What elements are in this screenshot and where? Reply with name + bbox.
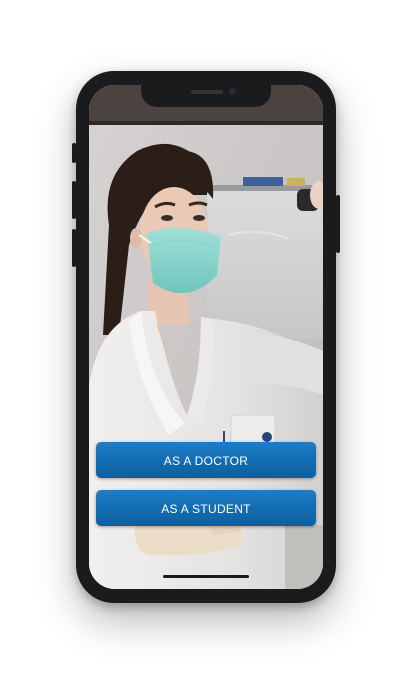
as-a-doctor-button[interactable]: AS A DOCTOR <box>96 442 316 478</box>
notch <box>141 85 271 107</box>
as-a-student-button[interactable]: AS A STUDENT <box>96 490 316 526</box>
volume-up-button <box>72 181 76 219</box>
power-button <box>336 195 340 253</box>
phone-frame: AS A DOCTOR AS A STUDENT <box>72 71 340 603</box>
mute-switch <box>72 143 76 163</box>
app-preview: AS A DOCTOR AS A STUDENT <box>0 0 412 684</box>
phone-screen: AS A DOCTOR AS A STUDENT <box>89 85 323 589</box>
volume-down-button <box>72 229 76 267</box>
front-camera <box>229 88 236 95</box>
home-indicator[interactable] <box>163 575 249 578</box>
speaker-grille <box>191 90 223 94</box>
